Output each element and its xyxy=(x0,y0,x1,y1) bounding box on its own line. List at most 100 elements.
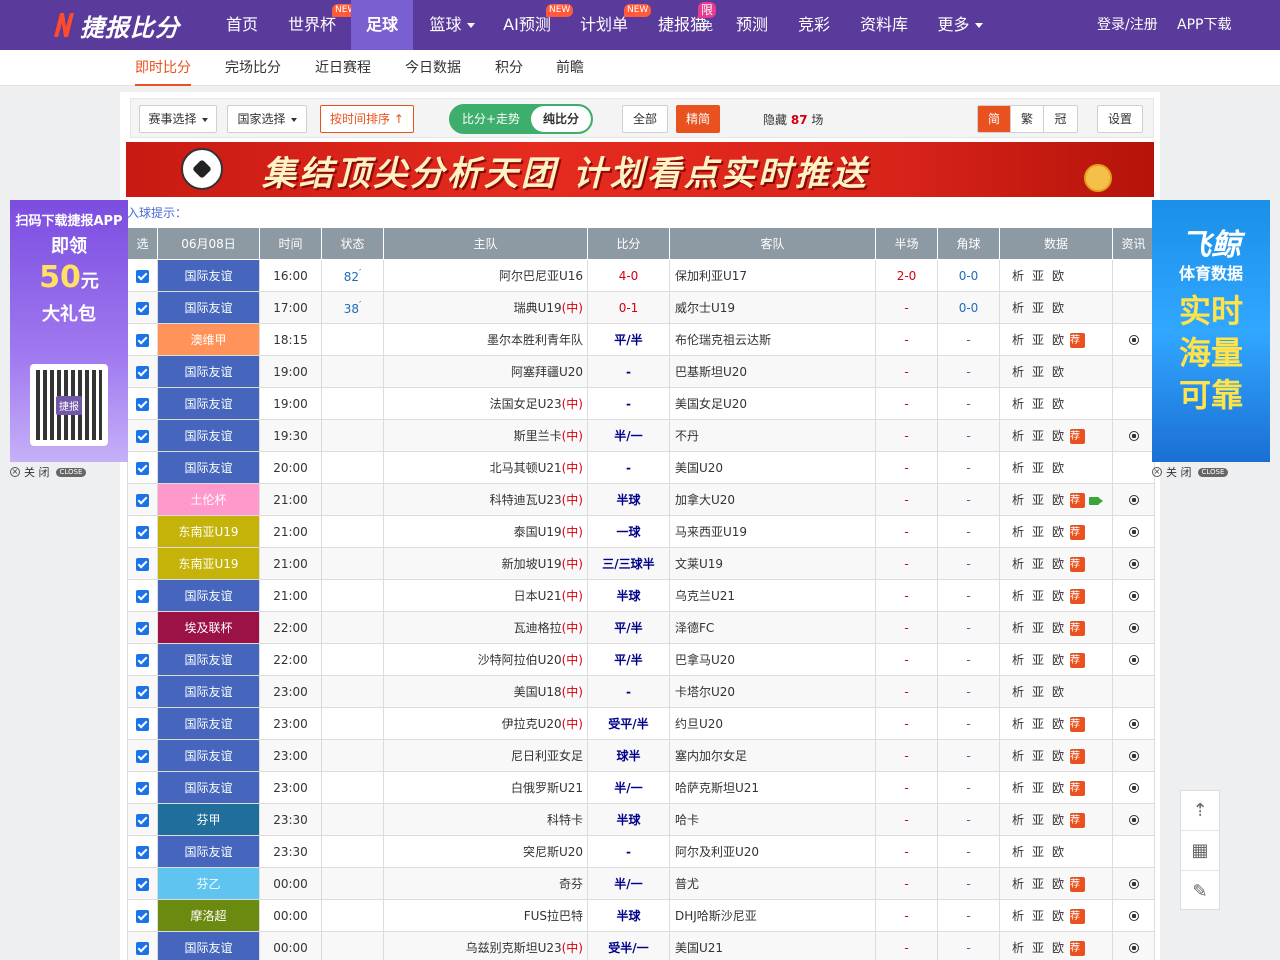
home-team[interactable]: 奇芬 xyxy=(383,867,588,900)
match-score[interactable]: 平/半 xyxy=(587,643,670,676)
away-team[interactable]: 约旦U20 xyxy=(669,707,876,740)
row-checkbox[interactable] xyxy=(136,781,149,795)
country-select-dropdown[interactable]: 国家选择 xyxy=(227,105,307,133)
asian-odds-link[interactable]: 亚 xyxy=(1032,653,1044,667)
table-row[interactable]: 东南亚U19 21:00 新加坡U19(中) 三/三球半 文莱U19- - 析亚欧荐 xyxy=(127,547,1155,580)
league-name[interactable]: 埃及联杯 xyxy=(157,611,260,644)
hidden-count[interactable]: 87 xyxy=(791,113,808,127)
table-row[interactable]: 国际友谊 19:30 斯里兰卡(中) 半/一 不丹 - - 析亚欧荐 xyxy=(127,419,1155,452)
league-name[interactable]: 国际友谊 xyxy=(157,931,260,960)
asian-odds-link[interactable]: 亚 xyxy=(1032,365,1044,379)
home-team[interactable]: 尼日利亚女足 xyxy=(383,739,588,772)
nav-lottery[interactable]: 竞彩 xyxy=(792,0,836,50)
away-team[interactable]: 加拿大U20 xyxy=(669,483,876,516)
league-name[interactable]: 芬甲 xyxy=(157,803,260,836)
football-news-icon[interactable] xyxy=(1128,591,1139,601)
recommend-badge[interactable]: 荐 xyxy=(1070,493,1086,508)
football-news-icon[interactable] xyxy=(1128,431,1139,441)
table-row[interactable]: 国际友谊 23:00 尼日利亚女足 球半 塞内加尔女足 - - 析亚欧荐 xyxy=(127,739,1155,772)
euro-odds-link[interactable]: 欧 xyxy=(1052,333,1064,347)
euro-odds-link[interactable]: 欧 xyxy=(1052,845,1064,859)
table-row[interactable]: 芬乙 00:00 奇芬 半/一 普尤 - - 析亚欧荐 xyxy=(127,867,1155,900)
analysis-link[interactable]: 析 xyxy=(1012,557,1024,571)
euro-odds-link[interactable]: 欧 xyxy=(1052,301,1064,315)
table-row[interactable]: 国际友谊 17:00 38′ 瑞典U19(中) 0-1 威尔士U19-0-0 析亚欧 xyxy=(127,291,1155,324)
match-score[interactable]: 半球 xyxy=(587,579,670,612)
football-news-icon[interactable] xyxy=(1128,655,1139,665)
euro-odds-link[interactable]: 欧 xyxy=(1052,493,1064,507)
match-score[interactable]: - xyxy=(587,451,670,484)
promo-banner[interactable]: 集结顶尖分析天团 计划看点实时推送 xyxy=(126,142,1154,197)
match-score[interactable]: 平/半 xyxy=(587,323,670,356)
league-name[interactable]: 国际友谊 xyxy=(157,771,260,804)
asian-odds-link[interactable]: 亚 xyxy=(1032,525,1044,539)
euro-odds-link[interactable]: 欧 xyxy=(1052,269,1064,283)
table-row[interactable]: 国际友谊 19:00 法国女足U23(中) - 美国女足U20- - 析亚欧 xyxy=(127,387,1155,420)
euro-odds-link[interactable]: 欧 xyxy=(1052,653,1064,667)
nav-basketball[interactable]: 篮球 xyxy=(422,0,482,50)
league-name[interactable]: 国际友谊 xyxy=(157,419,260,452)
analysis-link[interactable]: 析 xyxy=(1012,621,1024,635)
recommend-badge[interactable]: 荐 xyxy=(1070,941,1086,956)
asian-odds-link[interactable]: 亚 xyxy=(1032,397,1044,411)
football-news-icon[interactable] xyxy=(1128,815,1139,825)
home-team[interactable]: 瓦迪格拉(中) xyxy=(383,611,588,644)
euro-odds-link[interactable]: 欧 xyxy=(1052,909,1064,923)
asian-odds-link[interactable]: 亚 xyxy=(1032,877,1044,891)
league-name[interactable]: 国际友谊 xyxy=(157,707,260,740)
analysis-link[interactable]: 析 xyxy=(1012,269,1024,283)
match-score[interactable]: 受半/一 xyxy=(587,931,670,960)
row-checkbox[interactable] xyxy=(136,813,149,827)
table-row[interactable]: 澳维甲 18:15 墨尔本胜利青年队 平/半 布伦瑞克祖云达斯 - - 析亚欧荐 xyxy=(127,323,1155,356)
away-team[interactable]: 哈卡 xyxy=(669,803,876,836)
euro-odds-link[interactable]: 欧 xyxy=(1052,941,1064,955)
nav-football[interactable]: 足球 xyxy=(351,0,413,50)
home-team[interactable]: 沙特阿拉伯U20(中) xyxy=(383,643,588,676)
league-name[interactable]: 国际友谊 xyxy=(157,739,260,772)
analysis-link[interactable]: 析 xyxy=(1012,781,1024,795)
league-name[interactable]: 国际友谊 xyxy=(157,387,260,420)
euro-odds-link[interactable]: 欧 xyxy=(1052,749,1064,763)
league-name[interactable]: 国际友谊 xyxy=(157,579,260,612)
league-name[interactable]: 东南亚U19 xyxy=(157,515,260,548)
home-team[interactable]: FUS拉巴特 xyxy=(383,899,588,932)
video-icon[interactable] xyxy=(1089,496,1104,505)
row-checkbox[interactable] xyxy=(136,621,149,635)
euro-odds-link[interactable]: 欧 xyxy=(1052,877,1064,891)
away-team[interactable]: 保加利亚U17 xyxy=(669,259,876,292)
asian-odds-link[interactable]: 亚 xyxy=(1032,813,1044,827)
euro-odds-link[interactable]: 欧 xyxy=(1052,557,1064,571)
match-score[interactable]: 0-1 xyxy=(587,291,670,324)
asian-odds-link[interactable]: 亚 xyxy=(1032,685,1044,699)
euro-odds-link[interactable]: 欧 xyxy=(1052,589,1064,603)
analysis-link[interactable]: 析 xyxy=(1012,749,1024,763)
nav-predict[interactable]: 预测 xyxy=(730,0,774,50)
table-row[interactable]: 东南亚U19 21:00 泰国U19(中) 一球 马来西亚U19- - 析亚欧荐 xyxy=(127,515,1155,548)
tab-live-score[interactable]: 即时比分 xyxy=(135,50,191,86)
league-name[interactable]: 国际友谊 xyxy=(157,451,260,484)
away-team[interactable]: 哈萨克斯坦U21 xyxy=(669,771,876,804)
recommend-badge[interactable]: 荐 xyxy=(1070,589,1086,604)
analysis-link[interactable]: 析 xyxy=(1012,589,1024,603)
toggle-score-trend[interactable]: 比分+走势 xyxy=(451,106,531,132)
row-checkbox[interactable] xyxy=(136,365,149,379)
league-name[interactable]: 摩洛超 xyxy=(157,899,260,932)
analysis-link[interactable]: 析 xyxy=(1012,813,1024,827)
row-checkbox[interactable] xyxy=(136,845,149,859)
tab-preview[interactable]: 前瞻 xyxy=(556,50,584,86)
recommend-badge[interactable]: 荐 xyxy=(1070,909,1086,924)
home-team[interactable]: 斯里兰卡(中) xyxy=(383,419,588,452)
euro-odds-link[interactable]: 欧 xyxy=(1052,717,1064,731)
back-to-top-icon[interactable]: ⇡ xyxy=(1181,791,1219,831)
row-checkbox[interactable] xyxy=(136,717,149,731)
table-row[interactable]: 土伦杯 21:00 科特迪瓦U23(中) 半球 加拿大U20- - 析亚欧荐 xyxy=(127,483,1155,516)
football-news-icon[interactable] xyxy=(1128,623,1139,633)
asian-odds-link[interactable]: 亚 xyxy=(1032,589,1044,603)
row-checkbox[interactable] xyxy=(136,397,149,411)
euro-odds-link[interactable]: 欧 xyxy=(1052,621,1064,635)
left-ad-close[interactable]: × 关 闭 CLOSE xyxy=(10,465,87,479)
table-row[interactable]: 国际友谊 00:00 乌兹别克斯坦U23(中) 受半/一 美国U21- - 析亚欧荐 xyxy=(127,931,1155,960)
away-team[interactable]: 美国U20 xyxy=(669,451,876,484)
league-name[interactable]: 芬乙 xyxy=(157,867,260,900)
nav-database[interactable]: 资料库 xyxy=(856,0,912,50)
